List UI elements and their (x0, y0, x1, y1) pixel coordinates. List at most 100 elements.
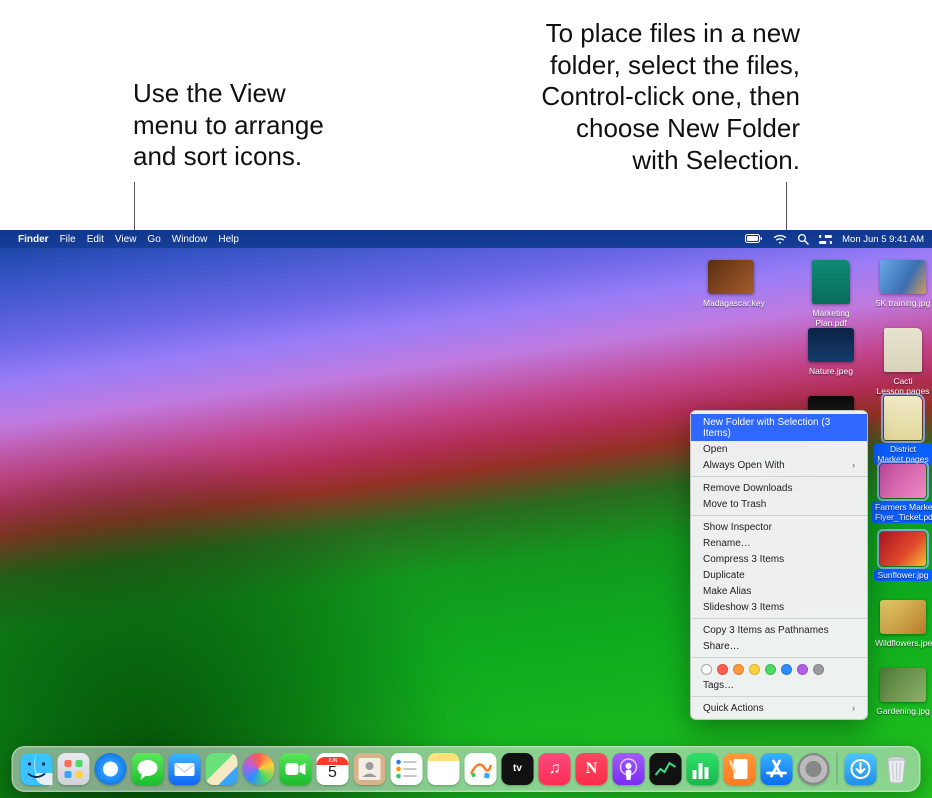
tv-icon[interactable]: tv (502, 753, 534, 785)
context-menu-item[interactable]: Make Alias (691, 583, 867, 599)
contacts-icon[interactable] (354, 753, 386, 785)
desktop-file-label: Farmers Market Flyer_Ticket.pdf (872, 501, 932, 523)
context-menu-item-label: Tags… (703, 680, 734, 691)
tag-color-dot[interactable] (781, 664, 792, 675)
tag-color-dot[interactable] (749, 664, 760, 675)
messages-icon[interactable] (132, 753, 164, 785)
context-menu-item[interactable]: New Folder with Selection (3 Items) (691, 414, 867, 441)
freeform-icon[interactable] (465, 753, 497, 785)
desktop-file-wildflowers[interactable]: Wildflowers.jpeg (872, 600, 932, 649)
menu-edit[interactable]: Edit (87, 234, 104, 245)
image-thumb-icon (880, 532, 926, 566)
context-menu-item-label: Rename… (703, 538, 751, 549)
wifi-icon[interactable] (773, 234, 787, 245)
context-menu-item-label: Open (703, 444, 727, 455)
calendar-icon[interactable]: JUN5 (317, 753, 349, 785)
context-menu-item[interactable]: Share… (691, 638, 867, 654)
menu-app-name[interactable]: Finder (18, 234, 49, 245)
safari-icon[interactable] (95, 753, 127, 785)
menu-file[interactable]: File (60, 234, 76, 245)
finder-icon[interactable] (21, 753, 53, 785)
menu-help[interactable]: Help (218, 234, 239, 245)
tag-color-dot[interactable] (765, 664, 776, 675)
desktop-file-farmers[interactable]: Farmers Market Flyer_Ticket.pdf (872, 464, 932, 523)
launchpad-icon[interactable] (58, 753, 90, 785)
desktop-file-district[interactable]: District Market.pages (872, 396, 932, 465)
context-menu-item-label: Always Open With (703, 460, 785, 471)
desktop-file-madagascar[interactable]: Madagascar.key (700, 260, 762, 309)
desktop-file-label: Marketing Plan.pdf (800, 307, 862, 329)
mail-icon[interactable] (169, 753, 201, 785)
menu-clock[interactable]: Mon Jun 5 9:41 AM (842, 234, 924, 245)
podcasts-icon[interactable] (613, 753, 645, 785)
context-menu-item[interactable]: Open (691, 441, 867, 457)
desktop-file-gardening[interactable]: Gardening.jpg (872, 668, 932, 717)
desktop-file-label: Nature.jpeg (806, 365, 856, 377)
image-thumb-icon (880, 600, 926, 634)
battery-icon[interactable] (745, 234, 763, 244)
chevron-right-icon: › (852, 460, 855, 470)
menu-separator (691, 618, 867, 619)
context-menu-item[interactable]: Always Open With › (691, 457, 867, 473)
tag-color-dot[interactable] (797, 664, 808, 675)
tag-color-dot[interactable] (733, 664, 744, 675)
calendar-day-label: 5 (328, 765, 337, 781)
context-menu-item[interactable]: Copy 3 Items as Pathnames (691, 622, 867, 638)
document-icon (884, 396, 922, 440)
reminders-icon[interactable] (391, 753, 423, 785)
menu-view[interactable]: View (115, 234, 137, 245)
desktop-file-nature[interactable]: Nature.jpeg (800, 328, 862, 377)
menu-separator (691, 476, 867, 477)
facetime-icon[interactable] (280, 753, 312, 785)
image-thumb-icon (880, 260, 926, 294)
callout-text: Use the View menu to arrange and sort ic… (133, 78, 324, 171)
downloads-folder-icon[interactable] (845, 753, 877, 785)
image-thumb-icon (880, 668, 926, 702)
context-menu-item[interactable]: Remove Downloads (691, 480, 867, 496)
document-icon (884, 328, 922, 372)
news-glyph: N (576, 753, 608, 785)
context-menu-item[interactable]: Duplicate (691, 567, 867, 583)
macos-desktop: Finder File Edit View Go Window Help Mon… (0, 230, 932, 798)
maps-icon[interactable] (206, 753, 238, 785)
context-menu-item[interactable]: Slideshow 3 Items (691, 599, 867, 615)
notes-icon[interactable] (428, 753, 460, 785)
tag-color-dot[interactable] (701, 664, 712, 675)
numbers-icon[interactable] (687, 753, 719, 785)
menu-separator (691, 657, 867, 658)
settings-icon[interactable] (798, 753, 830, 785)
context-menu-item[interactable]: Quick Actions› (691, 700, 867, 716)
music-icon[interactable]: ♫ (539, 753, 571, 785)
context-menu-item-label: Share… (703, 641, 740, 652)
tv-glyph: tv (502, 753, 534, 785)
context-menu-item-label: New Folder with Selection (3 Items) (703, 417, 855, 439)
image-thumb-icon (880, 464, 926, 498)
context-menu-item[interactable]: Compress 3 Items (691, 551, 867, 567)
stocks-icon[interactable] (650, 753, 682, 785)
desktop-file-marketing[interactable]: Marketing Plan.pdf (800, 260, 862, 329)
control-center-icon[interactable] (819, 234, 832, 245)
tag-color-dot[interactable] (717, 664, 728, 675)
menu-go[interactable]: Go (147, 234, 160, 245)
photos-icon[interactable] (243, 753, 275, 785)
news-icon[interactable]: N (576, 753, 608, 785)
desktop-file-label: Madagascar.key (700, 297, 766, 309)
menu-window[interactable]: Window (172, 234, 208, 245)
trash-icon[interactable] (882, 753, 912, 785)
pages-icon[interactable] (724, 753, 756, 785)
context-menu-item[interactable]: Move to Trash (691, 496, 867, 512)
context-menu-item[interactable]: Show Inspector (691, 519, 867, 535)
menu-bar: Finder File Edit View Go Window Help Mon… (0, 230, 932, 248)
chevron-right-icon: › (852, 703, 855, 713)
dock-separator (837, 753, 838, 785)
context-menu-item-label: Remove Downloads (703, 483, 793, 494)
desktop-file-cacti[interactable]: Cacti Lesson.pages (872, 328, 932, 397)
context-menu-item[interactable]: Tags… (691, 677, 867, 693)
desktop-file-5ktraining[interactable]: 5K training.jpg (872, 260, 932, 309)
image-thumb-icon (708, 260, 754, 294)
desktop-file-sunflower[interactable]: Sunflower.jpg (872, 532, 932, 581)
context-menu-item[interactable]: Rename… (691, 535, 867, 551)
tag-color-dot[interactable] (813, 664, 824, 675)
appstore-icon[interactable] (761, 753, 793, 785)
spotlight-icon[interactable] (797, 233, 809, 245)
